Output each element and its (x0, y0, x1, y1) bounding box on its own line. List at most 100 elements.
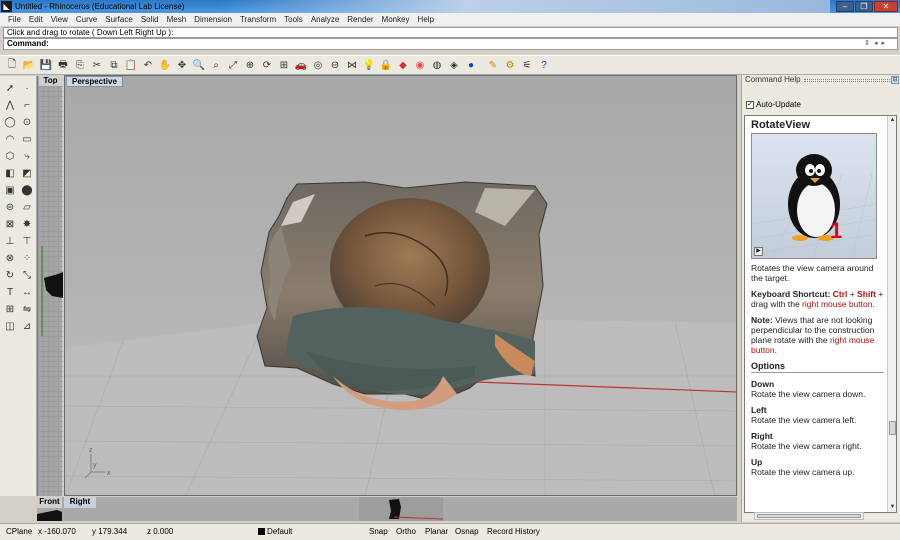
explode-icon[interactable]: ✸ (19, 216, 35, 232)
play-icon[interactable]: ▶ (754, 247, 763, 256)
zoom-selected-icon[interactable]: ⊕ (242, 57, 258, 73)
rhino-app-icon[interactable]: ◣ (1, 1, 12, 12)
menu-view[interactable]: View (47, 15, 72, 24)
help-hscroll-thumb[interactable] (757, 514, 861, 518)
car-icon[interactable]: 🚗 (293, 57, 309, 73)
menu-monkey[interactable]: Monkey (378, 15, 414, 24)
menu-edit[interactable]: Edit (25, 15, 47, 24)
block-icon[interactable]: ◫ (2, 318, 18, 334)
status-ortho[interactable]: Ortho (393, 525, 419, 539)
command-input[interactable] (48, 39, 808, 49)
select-icon[interactable]: ⋈ (344, 57, 360, 73)
move-view-icon[interactable]: ✥ (174, 57, 190, 73)
text-icon[interactable]: T (2, 284, 18, 300)
point-icon[interactable]: · (19, 80, 35, 96)
light-icon[interactable]: 💡 (361, 57, 377, 73)
box-icon[interactable]: ▣ (2, 182, 18, 198)
status-osnap[interactable]: Osnap (452, 525, 482, 539)
undo-icon[interactable]: ↶ (140, 57, 156, 73)
color-wheel-icon[interactable]: ◉ (412, 57, 428, 73)
scroll-right-icon[interactable]: ▸ (881, 39, 885, 49)
mesh-icon[interactable]: ⊠ (2, 216, 18, 232)
status-layer[interactable]: Default (258, 527, 292, 536)
help-scroll-thumb[interactable] (889, 421, 896, 435)
scroll-down-icon[interactable]: ▼ (888, 503, 896, 512)
sphere-solid-icon[interactable]: ⬤ (19, 182, 35, 198)
status-snap[interactable]: Snap (366, 525, 391, 539)
cylinder-icon[interactable]: ⊜ (2, 199, 18, 215)
sphere-icon[interactable]: ● (463, 57, 479, 73)
shade-icon[interactable]: ◍ (429, 57, 445, 73)
pen-icon[interactable]: ✎ (485, 57, 501, 73)
polyline-icon[interactable]: ⋀ (2, 97, 18, 113)
zoom-window-icon[interactable]: ⌕ (208, 57, 224, 73)
minimize-icon[interactable]: – (836, 1, 854, 12)
new-icon[interactable]: 🗋 (4, 57, 20, 73)
join-icon[interactable]: ⊥ (2, 233, 18, 249)
trim-icon[interactable]: ⊤ (19, 233, 35, 249)
print-icon[interactable]: 🖶 (55, 57, 71, 73)
menu-mesh[interactable]: Mesh (163, 15, 191, 24)
status-planar[interactable]: Planar (422, 525, 451, 539)
paste-icon[interactable]: 📋 (123, 57, 139, 73)
help-vertical-scrollbar[interactable]: ▲ ▼ (887, 116, 896, 512)
surface-icon[interactable]: ◧ (2, 165, 18, 181)
scale-icon[interactable]: ⤡ (19, 267, 35, 283)
help-icon[interactable]: ? (536, 57, 552, 73)
status-record-history[interactable]: Record History (484, 525, 543, 539)
grid-icon[interactable]: ⊞ (2, 301, 18, 317)
maximize-icon[interactable]: ❐ (855, 1, 873, 12)
menu-solid[interactable]: Solid (137, 15, 163, 24)
auto-update-checkbox[interactable]: ✓ (746, 100, 754, 109)
ellipse-icon[interactable]: ⊙ (19, 114, 35, 130)
menu-tools[interactable]: Tools (280, 15, 307, 24)
viewport-right-tab[interactable]: Right (64, 497, 96, 508)
scroll-up-icon[interactable]: ▲ (888, 116, 896, 125)
menu-curve[interactable]: Curve (72, 15, 101, 24)
camera-icon[interactable]: ◎ (310, 57, 326, 73)
shortcut-link[interactable]: right mouse button (802, 299, 872, 309)
rotate-icon[interactable]: ↻ (2, 267, 18, 283)
curve-icon[interactable]: ⌐ (19, 97, 35, 113)
options-icon[interactable]: ⚟ (519, 57, 535, 73)
select-arrow-icon[interactable]: ➚ (2, 80, 18, 96)
array-icon[interactable]: ⁘ (19, 250, 35, 266)
menu-surface[interactable]: Surface (101, 15, 137, 24)
menu-analyze[interactable]: Analyze (307, 15, 343, 24)
menu-file[interactable]: File (4, 15, 25, 24)
viewport-perspective[interactable]: z x y Perspective (64, 75, 737, 496)
auto-update-toggle[interactable]: ✓ Auto-Update (746, 100, 801, 109)
cut-icon[interactable]: ✂ (89, 57, 105, 73)
status-cplane[interactable]: CPlane (6, 527, 32, 536)
cplane-icon[interactable]: ⊖ (327, 57, 343, 73)
pin-icon[interactable]: ⊟ (891, 76, 899, 84)
gear-icon[interactable]: ⚙ (502, 57, 518, 73)
viewport-perspective-tab[interactable]: Perspective (66, 76, 123, 87)
menu-transform[interactable]: Transform (236, 15, 280, 24)
mirror-icon[interactable]: ⇋ (19, 301, 35, 317)
copy-icon[interactable]: ⧉ (106, 57, 122, 73)
viewport-top[interactable]: Top (37, 76, 63, 496)
analyze-icon[interactable]: ⊿ (19, 318, 35, 334)
arc-icon[interactable]: ◠ (2, 131, 18, 147)
help-animation[interactable]: 1 ▶ (751, 133, 877, 259)
layer-icon[interactable]: ◆ (395, 57, 411, 73)
rotate-view-icon[interactable]: ⟳ (259, 57, 275, 73)
scroll-left-icon[interactable]: ◂ (874, 39, 878, 49)
fillet-icon[interactable]: ⤷ (19, 148, 35, 164)
menu-dimension[interactable]: Dimension (190, 15, 236, 24)
boolean-icon[interactable]: ⊗ (2, 250, 18, 266)
circle-icon[interactable]: ◯ (2, 114, 18, 130)
menu-help[interactable]: Help (414, 15, 438, 24)
viewport-front-tab[interactable]: Front (37, 497, 62, 508)
zoom-extents-icon[interactable]: ⤢ (225, 57, 241, 73)
open-icon[interactable]: 📂 (21, 57, 37, 73)
render-icon[interactable]: ◈ (446, 57, 462, 73)
lock-icon[interactable]: 🔒 (378, 57, 394, 73)
menu-render[interactable]: Render (343, 15, 377, 24)
close-icon[interactable]: ✕ (874, 1, 898, 12)
spinner-icon[interactable]: ⇕ (864, 39, 870, 49)
loft-icon[interactable]: ◩ (19, 165, 35, 181)
rectangle-icon[interactable]: ▭ (19, 131, 35, 147)
dimension-icon[interactable]: ↔ (19, 284, 35, 300)
